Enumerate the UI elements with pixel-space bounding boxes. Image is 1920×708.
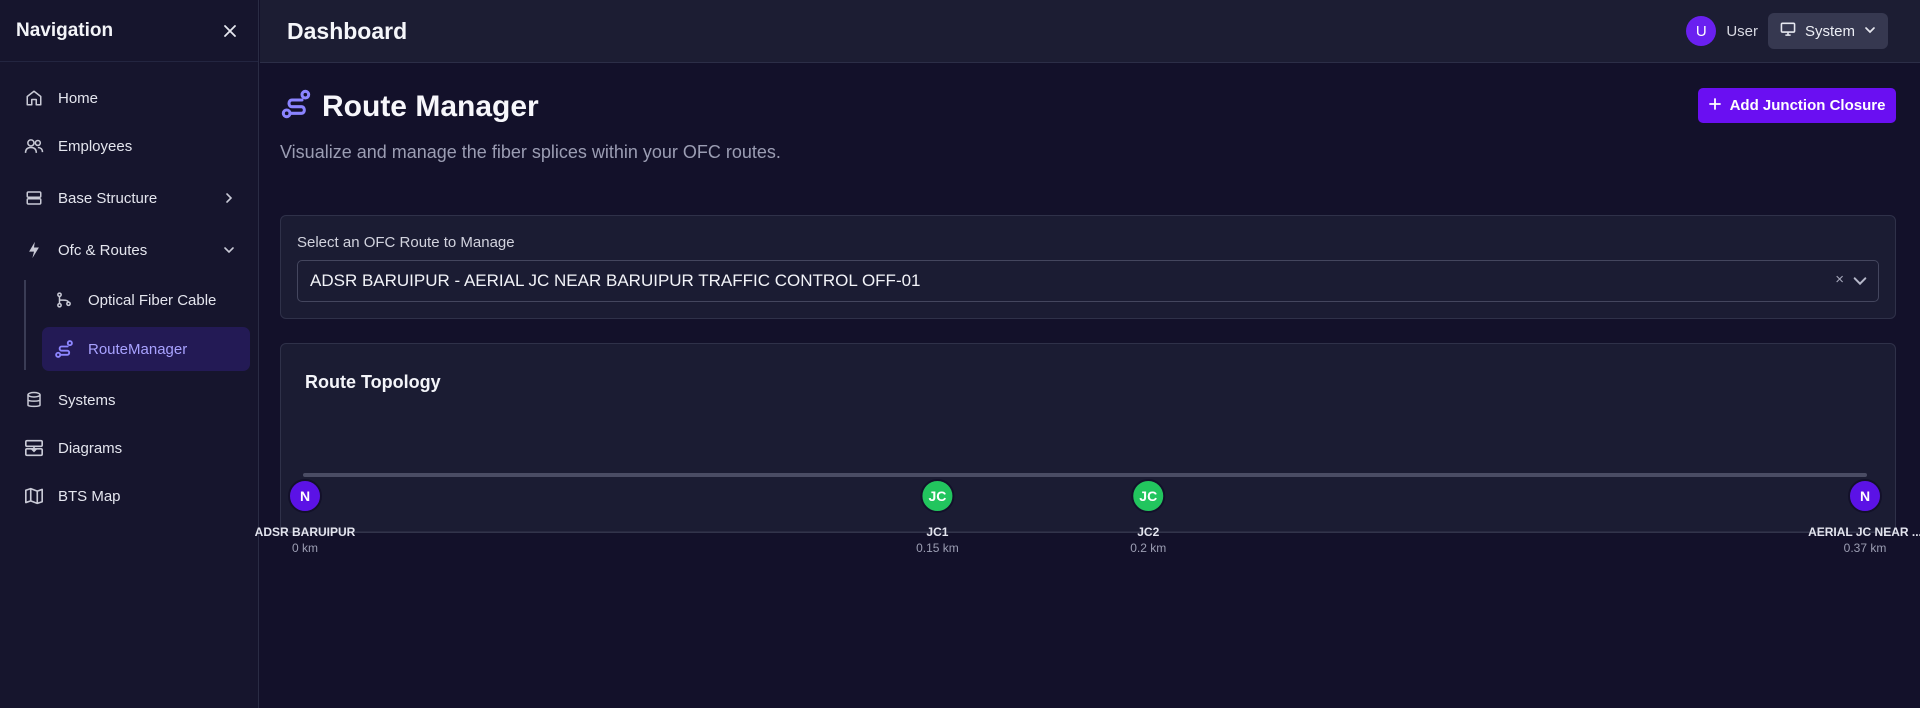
sidebar-item-label: RouteManager	[88, 340, 188, 358]
route-icon	[280, 88, 312, 125]
add-button-label: Add Junction Closure	[1729, 97, 1886, 114]
sidebar-item-home[interactable]: Home	[12, 76, 250, 120]
page-title-row: Route Manager	[280, 88, 539, 125]
home-icon	[24, 88, 44, 108]
chevron-down-icon	[1864, 23, 1876, 40]
route-select[interactable]: ADSR BARUIPUR - AERIAL JC NEAR BARUIPUR …	[297, 260, 1879, 302]
route-select-label: Select an OFC Route to Manage	[297, 234, 515, 251]
selected-route: ADSR BARUIPUR - AERIAL JC NEAR BARUIPUR …	[310, 271, 921, 290]
junction-closure-node[interactable]: JC JC1 0.15 km	[916, 479, 959, 555]
submenu-line	[24, 280, 26, 370]
chevron-right-icon	[220, 189, 238, 207]
node-badge: N	[300, 488, 310, 504]
map-icon	[24, 486, 44, 506]
monitor-icon	[1780, 22, 1796, 40]
sidebar-item-base-structure[interactable]: Base Structure	[12, 176, 250, 220]
sidebar-item-employees[interactable]: Employees	[12, 124, 250, 168]
route-select-card: Select an OFC Route to Manage ADSR BARUI…	[280, 215, 1896, 319]
node-distance: 0.2 km	[1130, 541, 1166, 555]
node-name: AERIAL JC NEAR ...	[1808, 525, 1920, 539]
sidebar-item-label: Home	[58, 89, 99, 107]
git-branch-icon	[54, 290, 74, 310]
layers-icon	[24, 188, 44, 208]
route-topology-card: Route Topology N ADSR BARUIPUR 0 km JC JC1 0.…	[255, 343, 1920, 555]
close-icon[interactable]	[218, 19, 242, 43]
node-name: ADSR BARUIPUR	[255, 525, 356, 539]
avatar: U	[1686, 16, 1717, 46]
topology-diagram: N ADSR BARUIPUR 0 km JC JC1 0.15 km JC JC2 0.2 k…	[255, 473, 1920, 555]
sidebar-item-label: BTS Map	[58, 487, 121, 505]
plus-icon	[1708, 97, 1721, 114]
page-title: Route Manager	[322, 89, 539, 123]
chevron-down-icon	[220, 241, 238, 259]
sidebar-item-diagrams[interactable]: Diagrams	[12, 426, 250, 470]
node-distance: 0 km	[292, 541, 318, 555]
clear-icon[interactable]: ×	[1835, 271, 1844, 288]
node-badge: N	[1860, 488, 1870, 504]
sidebar-item-optical-fiber-cable[interactable]: Optical Fiber Cable	[42, 278, 250, 322]
zap-icon	[24, 240, 44, 260]
node-badge: JC	[1139, 488, 1157, 504]
database-icon	[24, 390, 44, 410]
sidebar-title: Navigation	[16, 19, 114, 41]
sidebar-item-label: Diagrams	[58, 439, 123, 457]
sidebar-item-label: Base Structure	[58, 189, 158, 207]
sidebar-item-ofc-routes[interactable]: Ofc & Routes	[12, 228, 250, 272]
user-menu[interactable]: U User	[1686, 16, 1758, 46]
route-end-node[interactable]: N AERIAL JC NEAR ... 0.37 km	[1808, 479, 1920, 555]
page-header-title: Dashboard	[287, 17, 408, 44]
sidebar-item-label: Optical Fiber Cable	[88, 291, 217, 309]
theme-select-button[interactable]: System	[1768, 13, 1888, 49]
junction-closure-node[interactable]: JC JC2 0.2 km	[1130, 479, 1166, 555]
sidebar-item-label: Ofc & Routes	[58, 241, 148, 259]
sidebar-item-label: Systems	[58, 391, 116, 409]
page-subtitle: Visualize and manage the fiber splices w…	[280, 142, 781, 162]
add-junction-closure-button[interactable]: Add Junction Closure	[1698, 88, 1896, 123]
chevron-down-icon[interactable]	[1852, 273, 1868, 289]
node-badge: JC	[928, 488, 946, 504]
sidebar-item-systems[interactable]: Systems	[12, 378, 250, 422]
node-name: JC1	[926, 525, 948, 539]
route-icon	[54, 339, 74, 359]
sidebar-item-label: Employees	[58, 137, 133, 155]
top-bar: Dashboard U User System	[260, 0, 1920, 63]
user-label: User	[1726, 22, 1758, 40]
sidebar: Navigation Home Employees Base Structure	[0, 0, 259, 708]
node-distance: 0.15 km	[916, 541, 959, 555]
node-distance: 0.37 km	[1844, 541, 1887, 555]
sidebar-header: Navigation	[0, 0, 258, 62]
route-end-node[interactable]: N ADSR BARUIPUR 0 km	[255, 479, 356, 555]
theme-label: System	[1805, 22, 1856, 40]
node-name: JC2	[1137, 525, 1159, 539]
sidebar-item-route-manager[interactable]: RouteManager	[42, 327, 250, 371]
sidebar-item-bts-map[interactable]: BTS Map	[12, 474, 250, 518]
inbox-icon	[24, 438, 44, 458]
users-icon	[24, 136, 44, 156]
